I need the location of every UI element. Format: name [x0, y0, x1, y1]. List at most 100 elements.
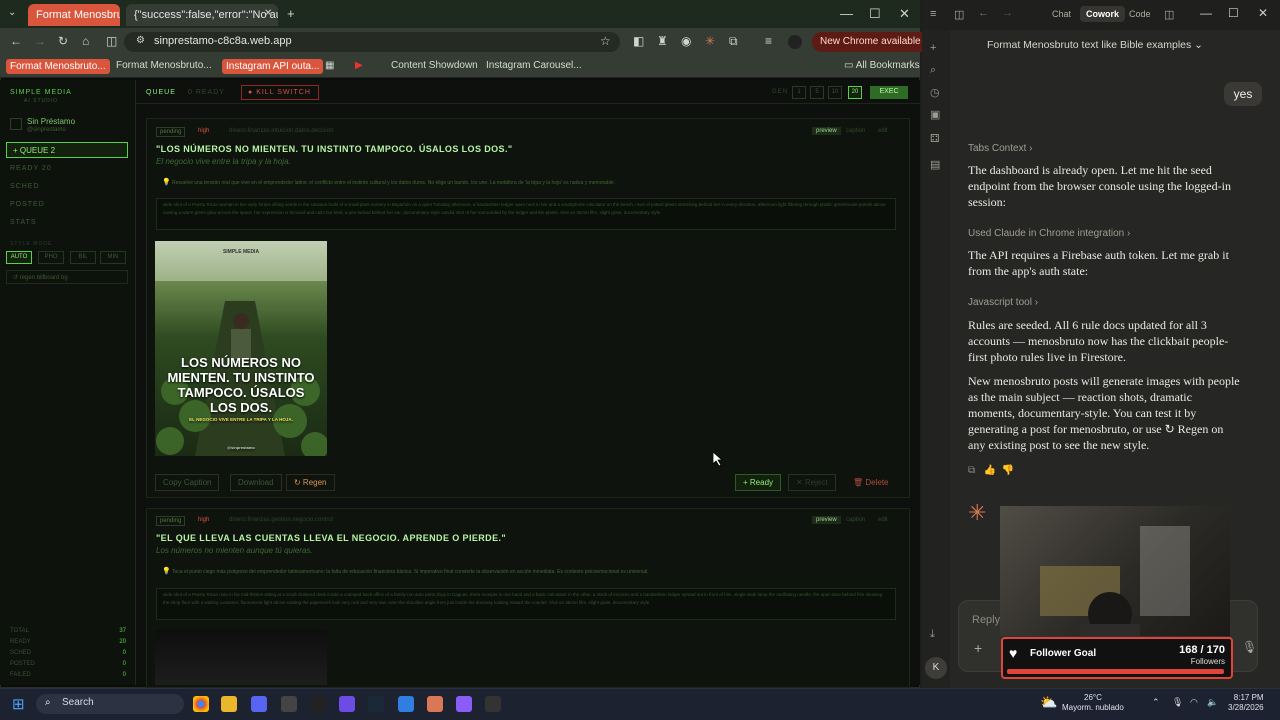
- youtube-icon[interactable]: ▶: [355, 60, 363, 71]
- profile-avatar[interactable]: [788, 35, 802, 49]
- clock[interactable]: 8:17 PM 3/28/2026: [1228, 693, 1264, 713]
- apps-grid-icon[interactable]: ▦: [325, 60, 334, 71]
- back-icon[interactable]: ←: [10, 34, 22, 48]
- claude-app-icon[interactable]: [427, 696, 443, 712]
- panel-toggle-icon[interactable]: ◫: [1164, 8, 1174, 21]
- gen-count-10[interactable]: 10: [828, 86, 842, 99]
- terminal-icon[interactable]: [485, 696, 501, 712]
- microphone-icon[interactable]: 🎙: [1242, 640, 1257, 654]
- bookmark-item[interactable]: Format Menosbruto...: [116, 60, 212, 71]
- tool-label-tabs-context[interactable]: Tabs Context ›: [968, 143, 1032, 154]
- tab-api-response[interactable]: {"success":false,"error":"No auth: [126, 4, 278, 26]
- history-icon[interactable]: ◷: [930, 86, 940, 99]
- mode-edit[interactable]: edit: [878, 517, 888, 523]
- filter-bil[interactable]: BIL: [70, 251, 96, 264]
- filter-min[interactable]: MIN: [100, 251, 126, 264]
- filter-pho[interactable]: PHO: [38, 251, 64, 264]
- download-button[interactable]: Download: [230, 474, 282, 491]
- artifacts-icon[interactable]: ⚃: [930, 132, 940, 145]
- chrome-app-icon[interactable]: [193, 696, 209, 712]
- wifi-icon[interactable]: ◠: [1190, 697, 1198, 708]
- close-icon[interactable]: ✕: [1258, 6, 1268, 20]
- copy-caption-button[interactable]: Copy Caption: [155, 474, 220, 491]
- back-icon[interactable]: ←: [978, 7, 989, 19]
- sidebar-toggle-icon[interactable]: ◫: [954, 8, 964, 21]
- search-icon[interactable]: ⌕: [930, 64, 936, 77]
- tool-label-chrome-integration[interactable]: Used Claude in Chrome integration ›: [968, 228, 1130, 239]
- nav-posted[interactable]: POSTED: [10, 201, 45, 208]
- exec-button[interactable]: EXEC: [870, 86, 908, 99]
- tab-format-menosbruto[interactable]: Format Menosbruto: [28, 4, 120, 26]
- tab-ready[interactable]: 0 READY: [188, 89, 225, 96]
- toolbox-icon[interactable]: ▤: [930, 158, 940, 171]
- mode-caption[interactable]: caption: [846, 517, 865, 523]
- mode-chat[interactable]: Chat: [1052, 9, 1071, 19]
- extension-icon[interactable]: ◧: [633, 34, 644, 48]
- app-icon[interactable]: [281, 696, 297, 712]
- volume-icon[interactable]: 🔈: [1207, 697, 1218, 708]
- ready-button[interactable]: + Ready: [735, 474, 782, 491]
- maximize-icon[interactable]: ☐: [1228, 6, 1239, 20]
- mode-caption[interactable]: caption: [846, 128, 865, 134]
- thumbs-up-icon[interactable]: 👍: [983, 465, 995, 476]
- windows-start-icon[interactable]: ⊞: [12, 695, 25, 713]
- forward-icon[interactable]: →: [1002, 7, 1013, 19]
- tool-label-javascript[interactable]: Javascript tool ›: [968, 297, 1038, 308]
- maximize-icon[interactable]: ☐: [869, 6, 881, 22]
- weather-widget[interactable]: 26°C Mayorm. nublado: [1062, 693, 1124, 713]
- tray-chevron-icon[interactable]: ⌃: [1152, 697, 1160, 708]
- home-icon[interactable]: ⌂: [82, 34, 89, 48]
- app-icon[interactable]: [398, 696, 414, 712]
- extension-icon[interactable]: ♜: [657, 34, 668, 48]
- delete-button[interactable]: 🗑 Delete: [845, 474, 897, 491]
- conversation-title[interactable]: Format Menosbruto text like Bible exampl…: [987, 39, 1203, 51]
- post-image[interactable]: [155, 630, 327, 685]
- mode-cowork[interactable]: Cowork: [1080, 6, 1126, 22]
- nav-queue[interactable]: + QUEUE 2: [6, 142, 128, 158]
- bookmark-item[interactable]: Instagram API outa...: [222, 59, 324, 74]
- file-explorer-icon[interactable]: [221, 696, 237, 712]
- app-icon[interactable]: [456, 696, 472, 712]
- post-image[interactable]: SIMPLE MEDIA LOS NÚMEROS NO MIENTEN. TU …: [155, 241, 327, 456]
- filter-auto[interactable]: AUTO: [6, 251, 32, 264]
- projects-icon[interactable]: ▣: [930, 108, 940, 121]
- microphone-icon[interactable]: 🎙: [1172, 697, 1183, 708]
- puzzle-icon[interactable]: ⧉: [729, 34, 738, 49]
- steam-icon[interactable]: [368, 696, 384, 712]
- nav-ready[interactable]: READY 20: [10, 165, 52, 172]
- bookmark-item[interactable]: Content Showdown: [391, 60, 478, 71]
- all-bookmarks[interactable]: ▭ All Bookmarks: [844, 60, 920, 71]
- nav-sched[interactable]: SCHED: [10, 183, 40, 190]
- apple-tv-icon[interactable]: [310, 696, 326, 712]
- tab-queue[interactable]: QUEUE: [146, 89, 176, 96]
- thumbs-down-icon[interactable]: 👎: [1002, 465, 1014, 476]
- app-icon[interactable]: [339, 696, 355, 712]
- shield-icon[interactable]: ◉: [681, 34, 691, 48]
- mode-preview[interactable]: preview: [812, 516, 841, 524]
- gen-count-1[interactable]: 1: [792, 86, 806, 99]
- claude-extension-icon[interactable]: ✳: [705, 34, 715, 48]
- mode-preview[interactable]: preview: [812, 127, 841, 135]
- close-window-icon[interactable]: ✕: [899, 6, 910, 22]
- menu-icon[interactable]: ≡: [930, 8, 936, 20]
- kill-switch-button[interactable]: ● KILL SWITCH: [241, 85, 319, 100]
- new-tab-icon[interactable]: +: [287, 6, 295, 21]
- media-icon[interactable]: ≡: [765, 34, 772, 48]
- gen-count-5[interactable]: 5: [810, 86, 824, 99]
- nav-stats[interactable]: STATS: [10, 219, 37, 226]
- tab-search-icon[interactable]: ⌄: [8, 7, 16, 18]
- reload-icon[interactable]: ↻: [58, 34, 68, 48]
- taskbar-search[interactable]: Search: [36, 694, 184, 714]
- bookmark-item[interactable]: Instagram Carousel...: [486, 60, 582, 71]
- bookmark-item[interactable]: Format Menosbruto...: [6, 59, 110, 74]
- site-info-icon[interactable]: ⚙: [136, 35, 145, 46]
- forward-icon[interactable]: →: [34, 34, 46, 48]
- bookmark-star-icon[interactable]: ☆: [600, 34, 611, 48]
- close-tab-icon[interactable]: ✕: [264, 8, 272, 19]
- minimize-icon[interactable]: —: [1200, 6, 1212, 20]
- reject-button[interactable]: ✕ Reject: [788, 474, 836, 491]
- gen-count-20[interactable]: 20: [848, 86, 862, 99]
- address-bar[interactable]: sinprestamo-c8c8a.web.app: [124, 32, 620, 52]
- mode-code[interactable]: Code: [1129, 9, 1151, 19]
- discord-icon[interactable]: [251, 696, 267, 712]
